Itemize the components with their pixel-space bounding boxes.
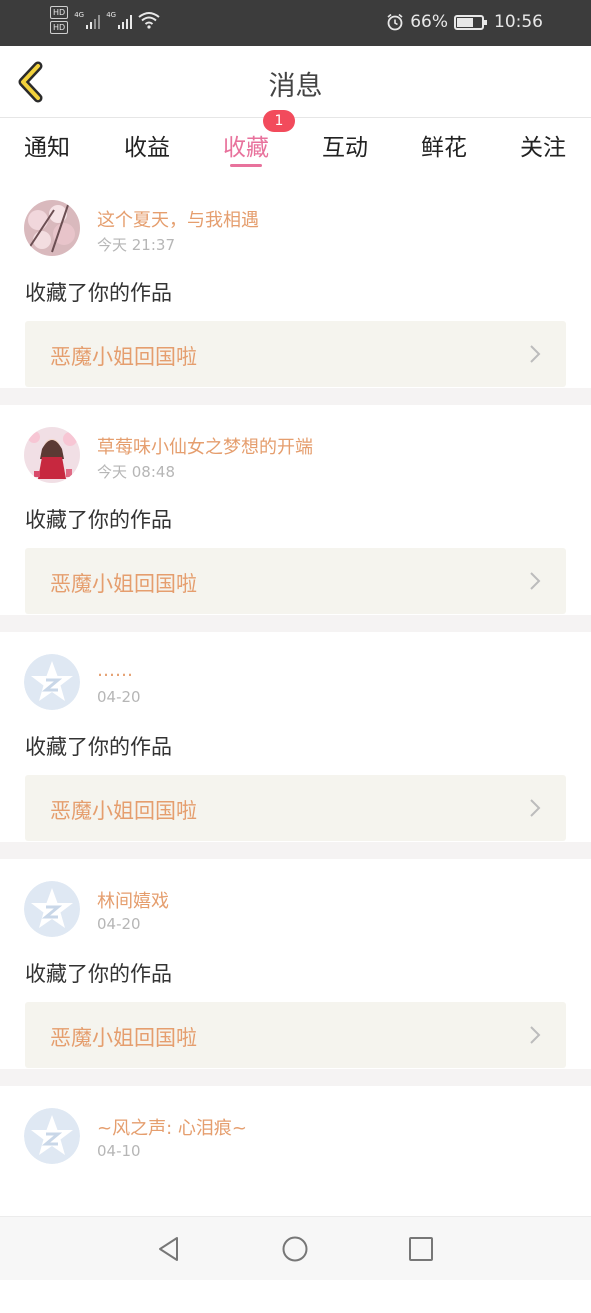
- nav-home-button[interactable]: [281, 1235, 309, 1263]
- sim2-signal-icon: 4G: [106, 11, 133, 29]
- timestamp: 今天 08:48: [97, 463, 175, 481]
- user-name[interactable]: 草莓味小仙女之梦想的开端: [97, 433, 313, 459]
- tab-earnings[interactable]: 收益: [102, 128, 192, 162]
- hd-indicators: HD HD: [50, 6, 69, 34]
- card-divider: [0, 842, 591, 859]
- timestamp: 04-20: [97, 688, 141, 706]
- tab-notifications[interactable]: 通知: [2, 128, 92, 162]
- triangle-back-icon: [159, 1237, 178, 1261]
- avatar[interactable]: [24, 654, 80, 710]
- message-card: 这个夏天，与我相遇 今天 21:37 收藏了你的作品 恶魔小姐回国啦: [0, 178, 591, 405]
- action-text: 收藏了你的作品: [25, 735, 172, 759]
- battery-percent: 66%: [410, 12, 448, 32]
- message-card: …… 04-20 收藏了你的作品 恶魔小姐回国啦: [0, 632, 591, 859]
- unread-badge: 1: [263, 110, 295, 132]
- timestamp: 04-20: [97, 915, 141, 933]
- message-list: 这个夏天，与我相遇 今天 21:37 收藏了你的作品 恶魔小姐回国啦 草莓味小仙…: [0, 178, 591, 1313]
- system-nav-bar: [0, 1216, 591, 1280]
- sim1-network-type: 4G: [74, 11, 85, 19]
- work-link[interactable]: 恶魔小姐回国啦: [25, 548, 566, 614]
- avatar[interactable]: [24, 881, 80, 937]
- battery-icon: [454, 14, 487, 30]
- chevron-right-icon: [530, 572, 541, 590]
- wifi-icon: [138, 12, 160, 29]
- page-title: 消息: [268, 71, 323, 102]
- action-text: 收藏了你的作品: [25, 281, 172, 305]
- nav-back-button[interactable]: [155, 1235, 183, 1263]
- battery-level-fill: [457, 17, 473, 27]
- circle-home-icon: [282, 1236, 308, 1262]
- work-title: 恶魔小姐回国啦: [50, 345, 197, 369]
- status-right: 66% 10:56: [386, 12, 543, 32]
- default-star-avatar: [24, 881, 80, 937]
- work-title: 恶魔小姐回国啦: [50, 572, 197, 596]
- user-name[interactable]: ~风之声: 心泪痕~: [97, 1114, 247, 1140]
- chevron-right-icon: [530, 1026, 541, 1044]
- timestamp: 04-10: [97, 1142, 141, 1160]
- network-indicators: HD HD 4G 4G: [50, 6, 160, 34]
- tab-flowers[interactable]: 鲜花: [399, 128, 489, 162]
- default-star-avatar: [24, 654, 80, 710]
- chevron-right-icon: [530, 799, 541, 817]
- status-bar: HD HD 4G 4G 66% 10:56: [0, 0, 591, 46]
- card-divider: [0, 1069, 591, 1086]
- tab-interactions[interactable]: 互动: [300, 128, 390, 162]
- user-name[interactable]: ……: [97, 660, 133, 681]
- tab-follows[interactable]: 关注: [498, 128, 588, 162]
- girl-photo: [24, 427, 80, 483]
- user-name[interactable]: 林间嬉戏: [97, 887, 169, 913]
- alarm-icon: [387, 13, 403, 31]
- work-title: 恶魔小姐回国啦: [50, 1026, 197, 1050]
- avatar[interactable]: [24, 200, 80, 256]
- work-title: 恶魔小姐回国啦: [50, 799, 197, 823]
- tab-favorites[interactable]: 收藏: [201, 128, 291, 162]
- card-divider: [0, 388, 591, 405]
- flower-photo: [24, 200, 80, 256]
- sim2-network-type: 4G: [106, 11, 117, 19]
- sim1-signal-icon: 4G: [74, 11, 101, 29]
- sim2-hd-badge: HD: [50, 21, 69, 34]
- work-link[interactable]: 恶魔小姐回国啦: [25, 775, 566, 841]
- message-card: 林间嬉戏 04-20 收藏了你的作品 恶魔小姐回国啦: [0, 859, 591, 1086]
- message-tabs: 通知 收益 收藏 互动 鲜花 关注: [0, 118, 591, 178]
- chevron-right-icon: [530, 345, 541, 363]
- avatar[interactable]: [24, 427, 80, 483]
- square-recents-icon: [409, 1237, 433, 1261]
- work-link[interactable]: 恶魔小姐回国啦: [25, 321, 566, 387]
- avatar[interactable]: [24, 1108, 80, 1164]
- user-name[interactable]: 这个夏天，与我相遇: [97, 206, 259, 232]
- action-text: 收藏了你的作品: [25, 962, 172, 986]
- app-header: 消息: [0, 46, 591, 118]
- default-star-avatar: [24, 1108, 80, 1164]
- sim1-hd-badge: HD: [50, 6, 69, 19]
- message-card: 草莓味小仙女之梦想的开端 今天 08:48 收藏了你的作品 恶魔小姐回国啦: [0, 405, 591, 632]
- clock: 10:56: [494, 12, 543, 32]
- active-tab-indicator: [230, 164, 262, 167]
- nav-recents-button[interactable]: [407, 1235, 435, 1263]
- timestamp: 今天 21:37: [97, 236, 175, 254]
- action-text: 收藏了你的作品: [25, 508, 172, 532]
- work-link[interactable]: 恶魔小姐回国啦: [25, 1002, 566, 1068]
- card-divider: [0, 615, 591, 632]
